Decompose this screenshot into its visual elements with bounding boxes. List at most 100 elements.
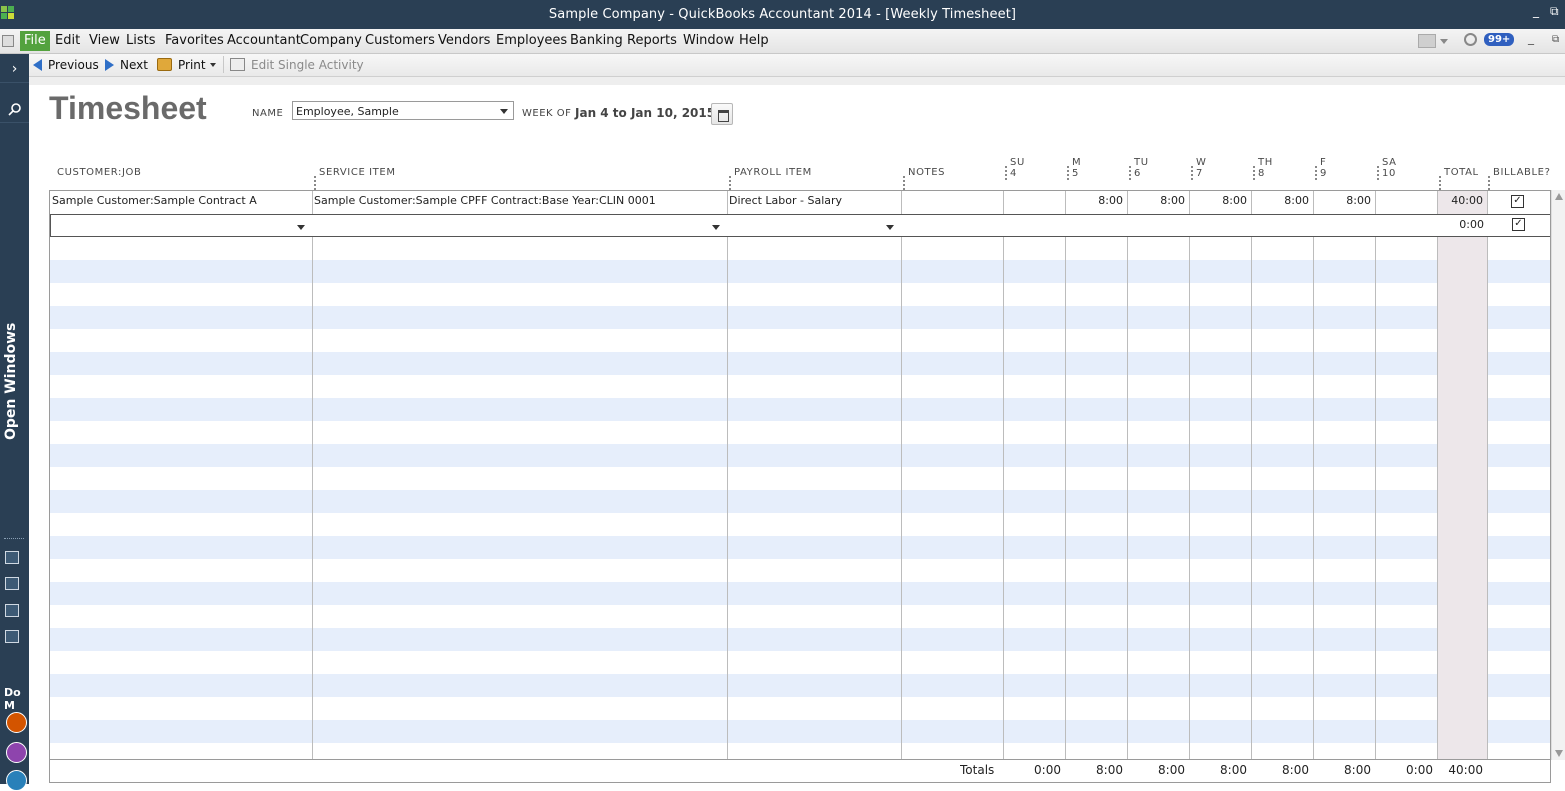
menu-file[interactable]: File (20, 31, 50, 51)
column-resize-handle[interactable] (1439, 176, 1443, 190)
empty-grid-row[interactable] (50, 513, 1550, 536)
empty-grid-row[interactable] (50, 697, 1550, 720)
chevron-down-icon[interactable] (886, 225, 894, 230)
column-resize-handle[interactable] (1067, 166, 1071, 180)
menu-lists[interactable]: Lists (126, 33, 156, 48)
column-resize-handle[interactable] (729, 176, 733, 190)
menu-employees[interactable]: Employees (496, 33, 567, 48)
printer-app-icon[interactable] (6, 770, 27, 791)
open-windows-tab[interactable]: Open Windows (3, 323, 19, 440)
column-divider (1313, 191, 1314, 759)
empty-grid-row[interactable] (50, 444, 1550, 467)
service-item-cell[interactable]: Sample Customer:Sample CPFF Contract:Bas… (314, 191, 724, 214)
menu-banking[interactable]: Banking (570, 33, 623, 48)
chevron-down-icon[interactable] (297, 225, 305, 230)
column-resize-handle[interactable] (314, 176, 318, 190)
minimize-button[interactable]: _ (1533, 4, 1539, 18)
empty-grid-row[interactable] (50, 582, 1550, 605)
empty-grid-row[interactable] (50, 329, 1550, 352)
timesheet-row[interactable]: Sample Customer:Sample Contract A Sample… (50, 191, 1550, 215)
menu-window[interactable]: Window (683, 33, 734, 48)
print-dropdown-icon[interactable] (210, 63, 216, 67)
next-button[interactable]: Next (105, 58, 148, 72)
monday-hours-cell[interactable]: 8:00 (1067, 191, 1123, 214)
scroll-up-icon[interactable] (1555, 193, 1563, 200)
customer-job-cell[interactable] (53, 215, 311, 238)
notes-cell[interactable] (903, 191, 1001, 214)
payroll-icon[interactable] (6, 712, 27, 733)
system-menu-icon[interactable] (2, 35, 14, 47)
empty-grid-row[interactable] (50, 536, 1550, 559)
empty-grid-row[interactable] (50, 605, 1550, 628)
timesheet-row-active[interactable]: 0:00 ✓ (50, 214, 1550, 238)
empty-grid-row[interactable] (50, 720, 1550, 743)
empty-grid-row[interactable] (50, 490, 1550, 513)
saturday-hours-cell[interactable] (1377, 191, 1433, 214)
menu-favorites[interactable]: Favorites (165, 33, 224, 48)
column-resize-handle[interactable] (1377, 166, 1381, 180)
column-resize-handle[interactable] (1129, 166, 1133, 180)
chevron-down-icon[interactable] (712, 225, 720, 230)
menu-accountant[interactable]: Accountant (227, 33, 301, 48)
payroll-item-cell[interactable]: Direct Labor - Salary (729, 191, 899, 214)
menu-edit[interactable]: Edit (55, 33, 80, 48)
payroll-item-cell[interactable] (730, 215, 900, 238)
tuesday-hours-cell[interactable]: 8:00 (1129, 191, 1185, 214)
column-resize-handle[interactable] (1191, 166, 1195, 180)
friday-hours-cell[interactable]: 8:00 (1315, 191, 1371, 214)
empty-grid-row[interactable] (50, 421, 1550, 444)
column-resize-handle[interactable] (1488, 176, 1492, 190)
restore-button[interactable]: ⧉ (1550, 4, 1559, 19)
scroll-down-icon[interactable] (1555, 750, 1563, 757)
reminders-badge[interactable]: 99+ (1484, 33, 1515, 46)
alarm-clock-icon[interactable] (1464, 33, 1477, 46)
thursday-hours-cell[interactable]: 8:00 (1253, 191, 1309, 214)
column-resize-handle[interactable] (1315, 166, 1319, 180)
menu-reports[interactable]: Reports (627, 33, 677, 48)
empty-grid-row[interactable] (50, 467, 1550, 490)
calendar-button[interactable] (711, 103, 733, 125)
billable-checkbox[interactable]: ✓ (1511, 195, 1524, 208)
previous-button[interactable]: Previous (33, 58, 99, 72)
service-item-cell[interactable] (315, 215, 725, 238)
empty-grid-row[interactable] (50, 260, 1550, 283)
column-resize-handle[interactable] (903, 176, 907, 190)
mdi-restore-button[interactable]: ⧉ (1552, 34, 1559, 45)
messages-icon[interactable] (1418, 34, 1436, 48)
sunday-hours-cell[interactable] (1005, 191, 1061, 214)
empty-grid-row[interactable] (50, 237, 1550, 260)
menu-company[interactable]: Company (300, 33, 362, 48)
calendar-app-icon[interactable] (6, 742, 27, 763)
chevron-right-icon[interactable]: › (0, 56, 29, 83)
menu-view[interactable]: View (89, 33, 120, 48)
customer-job-cell[interactable]: Sample Customer:Sample Contract A (52, 191, 310, 214)
empty-grid-row[interactable] (50, 743, 1550, 759)
mdi-minimize-button[interactable]: _ (1528, 31, 1534, 45)
empty-grid-row[interactable] (50, 398, 1550, 421)
register-icon[interactable] (5, 630, 19, 643)
search-icon[interactable] (0, 96, 29, 123)
empty-grid-row[interactable] (50, 674, 1550, 697)
column-resize-handle[interactable] (1253, 166, 1257, 180)
empty-grid-row[interactable] (50, 651, 1550, 674)
menu-customers[interactable]: Customers (365, 33, 435, 48)
list-icon[interactable] (5, 577, 19, 590)
shortcut-icon[interactable] (5, 551, 19, 564)
menu-help[interactable]: Help (739, 33, 769, 48)
messages-dropdown-icon[interactable] (1440, 39, 1448, 44)
billable-checkbox[interactable]: ✓ (1512, 218, 1525, 231)
report-chart-icon[interactable] (5, 604, 19, 617)
edit-single-activity-button[interactable]: Edit Single Activity (230, 58, 364, 72)
empty-grid-row[interactable] (50, 628, 1550, 651)
empty-grid-row[interactable] (50, 375, 1550, 398)
wednesday-hours-cell[interactable]: 8:00 (1191, 191, 1247, 214)
empty-grid-row[interactable] (50, 559, 1550, 582)
employee-name-dropdown[interactable]: Employee, Sample (292, 101, 514, 120)
menu-vendors[interactable]: Vendors (438, 33, 490, 48)
vertical-scrollbar[interactable] (1551, 190, 1565, 760)
print-button[interactable]: Print (157, 58, 206, 72)
empty-grid-row[interactable] (50, 352, 1550, 375)
column-resize-handle[interactable] (1005, 166, 1009, 180)
empty-grid-row[interactable] (50, 306, 1550, 329)
empty-grid-row[interactable] (50, 283, 1550, 306)
